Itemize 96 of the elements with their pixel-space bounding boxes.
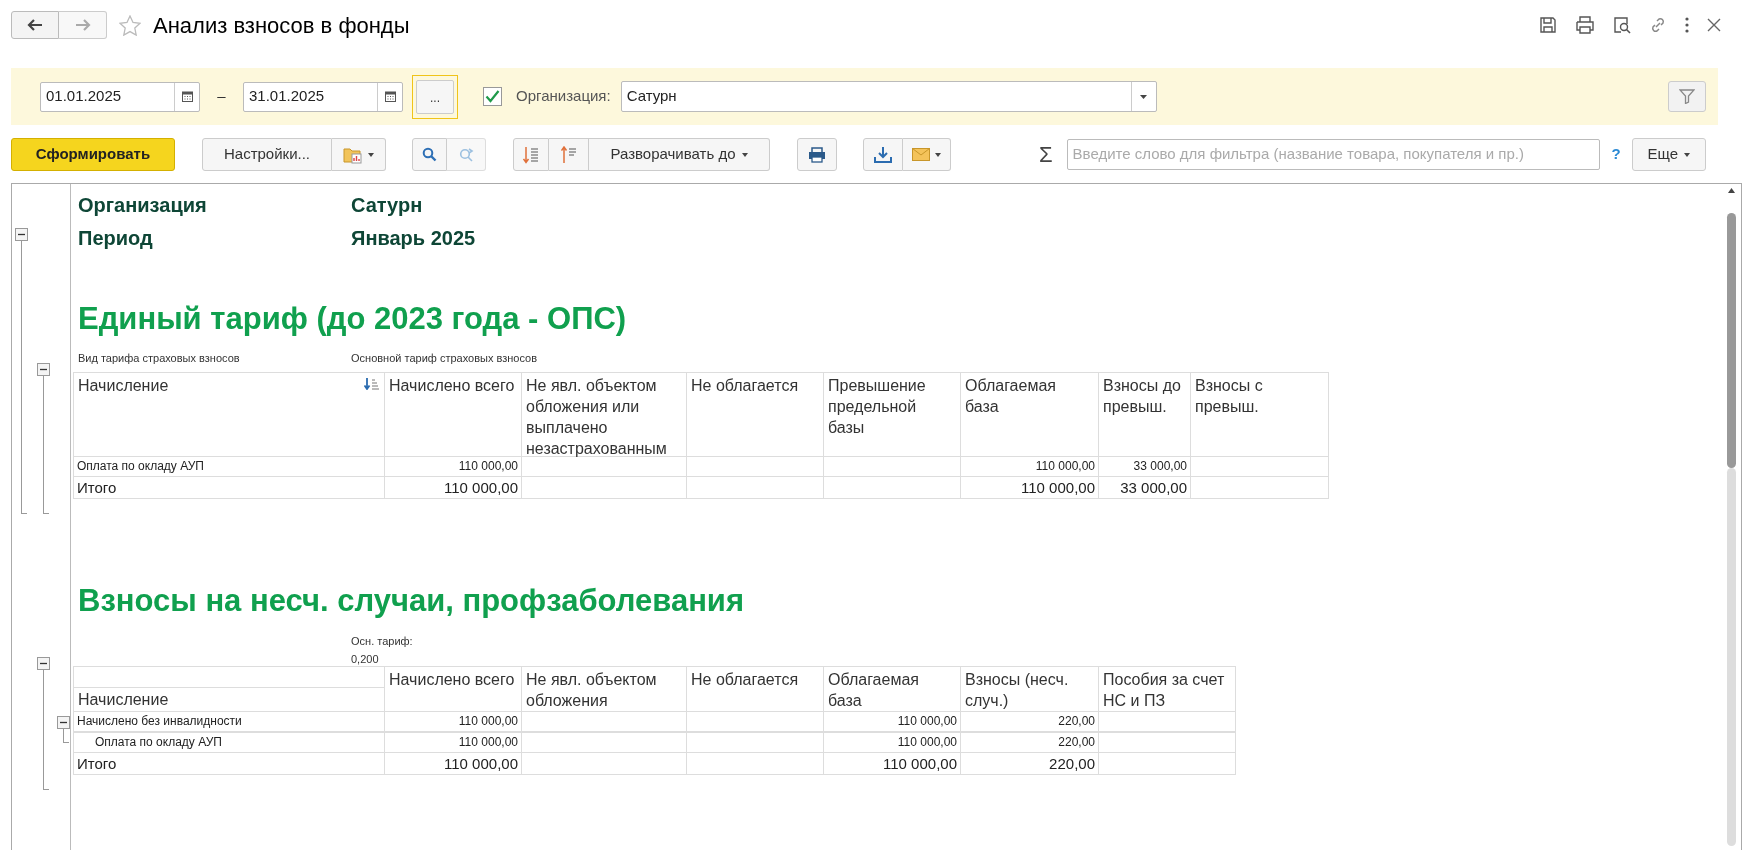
total-cell: 110 000,00 (385, 477, 522, 499)
caret-icon (1684, 152, 1691, 157)
search-button[interactable] (412, 138, 447, 171)
date-range-dash: – (216, 86, 227, 107)
calendar-icon[interactable] (384, 91, 396, 102)
close-icon[interactable] (1707, 18, 1721, 32)
column-header: Начислено всего (389, 670, 516, 690)
total-cell: 110 000,00 (385, 753, 522, 775)
caret-icon (935, 152, 941, 157)
column-header: Не явл. объектом обложения или выплачено незастрахованным (526, 376, 668, 456)
group-label: Начислено без инвалидности (74, 712, 385, 732)
header-value: Январь 2025 (351, 225, 476, 251)
column-header: Взносы с превыш. (1195, 376, 1264, 417)
column-header: Не облагается (691, 670, 800, 690)
collapse-icon[interactable] (15, 228, 28, 241)
help-link[interactable]: ? (1611, 143, 1621, 166)
parameter-value: Основной тариф страховых взносов (351, 351, 537, 366)
header-value: Сатурн (351, 192, 423, 218)
column-header: Взносы до превыш. (1103, 376, 1182, 417)
table-cell: 110 000,00 (961, 457, 1099, 477)
download-icon (874, 146, 892, 163)
row-label: Оплата по окладу АУП (74, 457, 385, 477)
row-label: Оплата по окладу АУП (74, 733, 385, 753)
sort-descending-icon (523, 145, 539, 164)
organization-label: Организация: (516, 86, 611, 107)
sort-indicator-icon[interactable] (364, 378, 380, 390)
table-cell: 110 000,00 (824, 733, 961, 753)
parameter-value: Осн. тариф: 0,200 (351, 634, 414, 666)
total-cell: 220,00 (961, 753, 1099, 775)
expand-to-button[interactable]: Разворачивать до (589, 138, 770, 171)
table-cell: 220,00 (961, 733, 1099, 753)
date-to-field[interactable]: 31.01.2025 (243, 81, 403, 112)
table-cell: 110 000,00 (385, 733, 522, 753)
section-heading: Взносы на несч. случаи, профзаболевания (77, 582, 745, 620)
column-header: Не явл. объектом обложения (526, 670, 658, 711)
header-label: Организация (78, 192, 208, 218)
scrollbar-thumb[interactable] (1726, 213, 1736, 468)
sort-ascending-icon (560, 145, 577, 164)
organization-field[interactable]: Сатурн (620, 81, 1157, 112)
table-cell: 110 000,00 (824, 712, 961, 732)
collapse-icon[interactable] (57, 716, 70, 729)
column-header: Пособия за счет НС и ПЗ (1103, 670, 1226, 711)
column-header: Начисление (77, 690, 170, 710)
dropdown-caret-icon[interactable] (1140, 94, 1148, 99)
table-cell: 33 000,00 (1099, 457, 1191, 477)
favorite-star-icon[interactable] (119, 14, 141, 36)
table-cell: 220,00 (961, 712, 1099, 732)
column-header: Не облагается (691, 376, 800, 396)
settings-button[interactable]: Настройки... (202, 138, 332, 171)
header-label: Период (78, 225, 154, 251)
window-title: Анализ взносов в фонды (153, 11, 410, 40)
column-header: Облагаемая база (828, 670, 920, 711)
column-header: Начисление (78, 376, 170, 396)
sum-button[interactable]: Σ (1039, 138, 1053, 171)
parameter-label: Вид тарифа страховых взносов (78, 351, 241, 366)
search-repeat-icon (457, 147, 475, 162)
funnel-icon (1679, 89, 1695, 104)
print-button[interactable] (797, 138, 837, 171)
folder-icon (343, 145, 363, 164)
back-arrow-icon (27, 19, 43, 31)
generate-button[interactable]: Сформировать (11, 138, 175, 171)
collapse-icon[interactable] (37, 657, 50, 670)
scroll-up-icon[interactable] (1727, 188, 1735, 193)
more-vertical-icon[interactable] (1685, 17, 1689, 33)
organization-checkbox[interactable] (483, 87, 502, 106)
filter-button[interactable] (1668, 81, 1706, 112)
date-from-field[interactable]: 01.01.2025 (40, 81, 200, 112)
total-label: Итого (74, 477, 385, 499)
printer-icon (808, 146, 826, 163)
table-cell: 110 000,00 (385, 457, 522, 477)
table-cell: 110 000,00 (385, 712, 522, 732)
calendar-icon[interactable] (181, 91, 193, 102)
period-button[interactable]: ... (412, 74, 458, 119)
total-cell: 33 000,00 (1099, 477, 1191, 499)
column-header: Начислено всего (389, 376, 516, 396)
filter-search-field[interactable]: Введите слово для фильтра (название товара, покупателя и пр.) (1066, 139, 1600, 170)
total-label: Итого (74, 753, 385, 775)
section-heading: Единый тариф (до 2023 года - ОПС) (77, 300, 628, 338)
link-icon[interactable] (1649, 16, 1667, 34)
save-report-button[interactable] (863, 138, 903, 171)
forward-arrow-icon (74, 19, 91, 31)
collapse-icon[interactable] (37, 363, 50, 376)
column-header: Взносы (несч. случ.) (965, 670, 1070, 711)
envelope-icon (912, 148, 930, 161)
save-icon[interactable] (1539, 16, 1557, 34)
search-icon (422, 147, 437, 162)
caret-icon (368, 152, 374, 157)
caret-icon (741, 152, 748, 157)
column-header: Облагаемая база (965, 376, 1057, 417)
back-button[interactable] (11, 11, 59, 39)
preview-icon[interactable] (1613, 16, 1631, 34)
column-header: Превышение предельной базы (828, 376, 927, 438)
more-button[interactable]: Еще (1631, 138, 1706, 171)
total-cell: 110 000,00 (961, 477, 1099, 499)
total-cell: 110 000,00 (824, 753, 961, 775)
print-icon[interactable] (1575, 16, 1595, 34)
